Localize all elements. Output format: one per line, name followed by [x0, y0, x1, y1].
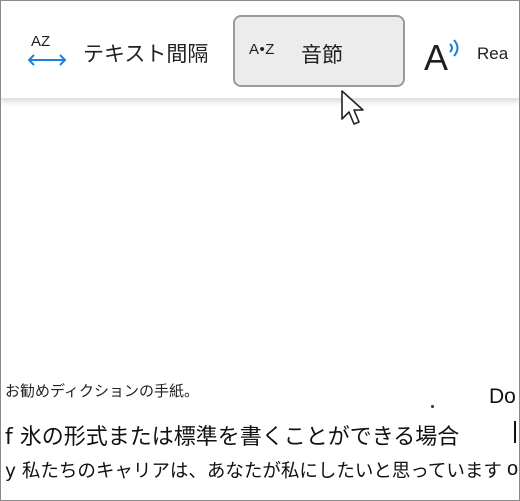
syllables-button[interactable]: A•Z 音節: [233, 15, 405, 87]
stray-dot: [431, 405, 434, 408]
text-cursor-caret: [514, 421, 516, 443]
text-spacing-icon-letters: AZ: [31, 33, 50, 50]
svg-text:A: A: [424, 37, 448, 74]
syllables-label: 音節: [301, 43, 343, 67]
syllables-icon: A•Z: [249, 41, 275, 58]
right-column-text-bottom: o: [507, 458, 519, 480]
text-spacing-icon: AZ: [23, 31, 69, 75]
document-line-2: y 私たちのキャリアは、あなたが私にしたいと思っています: [5, 461, 502, 482]
read-aloud-icon: A: [423, 34, 467, 78]
immersive-reader-toolbar: AZ テキスト間隔 A•Z 音節 A Rea: [1, 1, 519, 99]
text-spacing-label: テキスト間隔: [83, 41, 209, 66]
document-line-1: f 氷の形式または標準を書くことができる場合: [5, 425, 460, 450]
document-content: お勧めディクションの手紙。 f 氷の形式または標準を書くことができる場合 y 私…: [1, 99, 519, 500]
mouse-pointer-icon: [340, 89, 366, 133]
text-spacing-button[interactable]: AZ テキスト間隔: [23, 16, 223, 89]
read-aloud-label: Rea: [477, 44, 509, 63]
read-aloud-button[interactable]: A Rea: [421, 16, 519, 89]
right-column-text-top: Do: [489, 385, 516, 408]
app-window: AZ テキスト間隔 A•Z 音節 A Rea お勧めディクションの手紙。 f 氷…: [0, 0, 520, 501]
document-caption: お勧めディクションの手紙。: [5, 382, 199, 400]
